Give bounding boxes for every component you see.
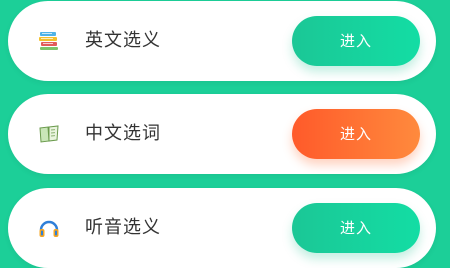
open-book-icon — [38, 124, 60, 144]
mode-label: 中文选词 — [85, 123, 161, 144]
enter-button[interactable]: 进入 — [292, 109, 420, 159]
mode-card-english-meaning[interactable]: 英文选义 进入 — [8, 1, 436, 81]
books-icon — [38, 31, 60, 51]
mode-label: 听音选义 — [85, 217, 161, 238]
headphones-icon — [38, 218, 60, 238]
mode-card-listening-meaning[interactable]: 听音选义 进入 — [8, 188, 436, 268]
enter-button[interactable]: 进入 — [292, 16, 420, 66]
mode-card-chinese-word[interactable]: 中文选词 进入 — [8, 94, 436, 174]
enter-button[interactable]: 进入 — [292, 203, 420, 253]
mode-label: 英文选义 — [85, 30, 161, 51]
